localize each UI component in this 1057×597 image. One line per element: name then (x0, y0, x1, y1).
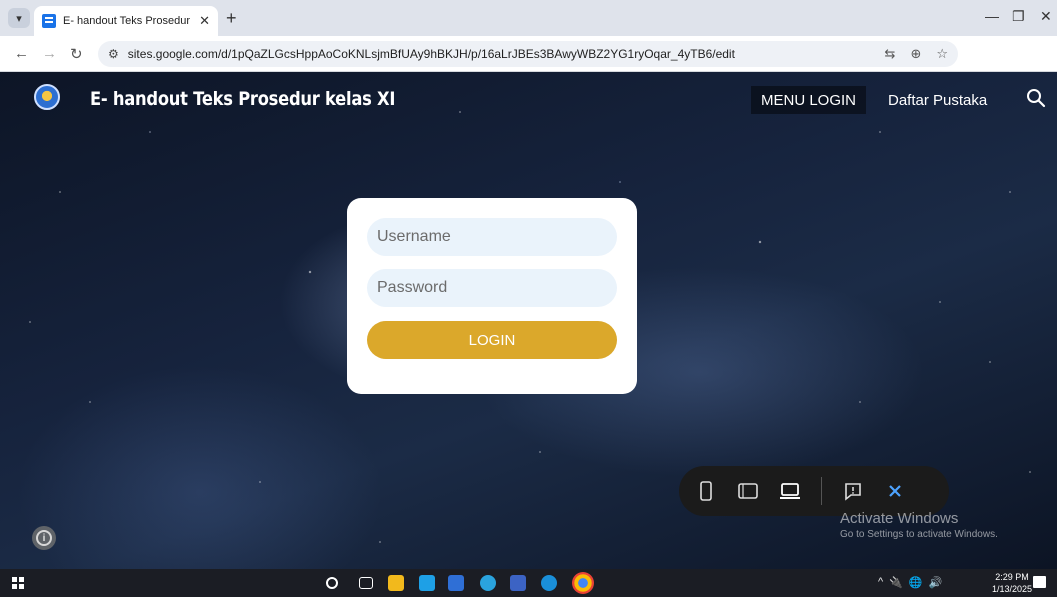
network-icon[interactable]: 🌐 (909, 576, 923, 589)
store-icon[interactable] (448, 575, 464, 591)
preview-device-bar (679, 466, 949, 516)
edge-icon[interactable] (541, 575, 557, 591)
window-close-icon[interactable]: ✕ (1040, 8, 1052, 25)
login-button[interactable]: LOGIN (367, 321, 617, 359)
site-page: E- handout Teks Prosedur kelas XI MENU L… (0, 72, 1057, 569)
clock-time: 2:29 PM (995, 572, 1029, 582)
cortana-search-icon[interactable] (326, 577, 338, 589)
system-tray[interactable]: ^ 🔌 🌐 🔊 (878, 576, 942, 589)
view-bar-separator (821, 477, 822, 505)
search-icon[interactable] (1024, 86, 1048, 110)
telegram-icon[interactable] (480, 575, 496, 591)
taskbar-clock[interactable]: 2:29 PM 1/13/2025 (992, 571, 1032, 595)
password-input[interactable] (367, 269, 617, 307)
reload-icon[interactable]: ↻ (70, 45, 83, 63)
browser-toolbar: ← → ↻ ⚙ sites.google.com/d/1pQaZLGcsHppA… (0, 36, 1057, 100)
task-view-icon[interactable] (359, 577, 373, 589)
browser-tab-bar: ▾ E- handout Teks Prosedur kelas XI ✕ + … (0, 0, 1057, 36)
login-card: LOGIN (347, 198, 637, 394)
feedback-icon[interactable] (842, 480, 864, 502)
activate-title: Activate Windows (840, 510, 959, 527)
browser-tab[interactable]: E- handout Teks Prosedur kelas XI ✕ (34, 6, 218, 36)
close-preview-icon[interactable] (884, 480, 906, 502)
nav-menu-login[interactable]: MENU LOGIN (751, 86, 867, 114)
google-sites-favicon-icon (42, 14, 56, 28)
chrome-icon[interactable] (572, 572, 594, 594)
info-icon[interactable]: i (32, 526, 56, 550)
laptop-view-icon[interactable] (779, 480, 801, 502)
new-tab-button[interactable]: + (226, 8, 237, 29)
site-header: E- handout Teks Prosedur kelas XI MENU L… (0, 72, 1057, 128)
zoom-icon[interactable]: ⊕ (910, 46, 921, 62)
nav-daftar-pustaka[interactable]: Daftar Pustaka (888, 92, 987, 109)
volume-icon[interactable]: 🔊 (929, 576, 943, 589)
tab-close-icon[interactable]: ✕ (199, 13, 210, 29)
clock-date: 1/13/2025 (992, 584, 1033, 594)
tab-search-button[interactable]: ▾ (8, 8, 30, 28)
forward-icon[interactable]: → (42, 45, 57, 62)
tab-title: E- handout Teks Prosedur kelas XI (63, 15, 192, 27)
tablet-view-icon[interactable] (737, 480, 759, 502)
activate-windows-watermark: Activate Windows Go to Settings to activ… (840, 510, 998, 540)
file-explorer-icon[interactable] (388, 575, 404, 591)
address-bar[interactable]: ⚙ sites.google.com/d/1pQaZLGcsHppAoCoKNL… (98, 41, 958, 67)
windows-taskbar: ^ 🔌 🌐 🔊 2:29 PM 1/13/2025 (0, 569, 1057, 597)
translate-icon[interactable]: ⇆ (885, 46, 896, 62)
phone-view-icon[interactable] (695, 480, 717, 502)
windows-start-icon[interactable] (12, 577, 24, 589)
mail-icon[interactable] (419, 575, 435, 591)
word-icon[interactable] (510, 575, 526, 591)
site-settings-icon[interactable]: ⚙ (108, 47, 119, 61)
minimize-icon[interactable]: — (985, 8, 999, 24)
power-icon[interactable]: 🔌 (889, 576, 903, 589)
notification-icon[interactable] (1033, 576, 1046, 588)
restore-icon[interactable]: ❐ (1012, 8, 1025, 25)
tut-wuri-logo-icon[interactable] (34, 84, 60, 110)
url-text: sites.google.com/d/1pQaZLGcsHppAoCoKNLsj… (127, 47, 735, 61)
back-icon[interactable]: ← (14, 45, 29, 62)
tray-overflow-icon[interactable]: ^ (878, 576, 883, 589)
activate-subtitle: Go to Settings to activate Windows. (840, 529, 998, 540)
star-icon[interactable]: ☆ (936, 46, 948, 62)
site-title[interactable]: E- handout Teks Prosedur kelas XI (90, 88, 395, 110)
username-input[interactable] (367, 218, 617, 256)
